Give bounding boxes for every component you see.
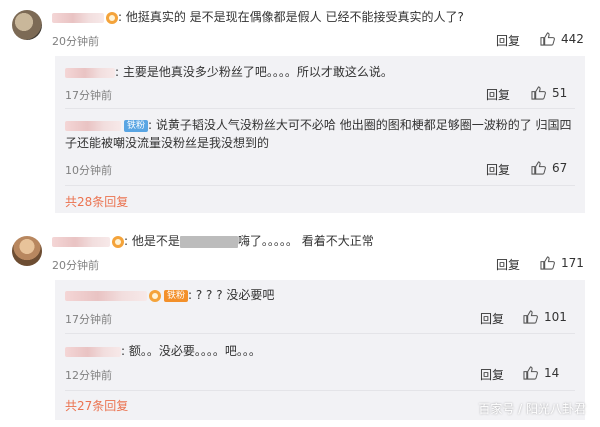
sub-reply-text: 铁粉: 说黄子韬没人气没粉丝大可不必哈 他出圈的图和梗都足够圈一波粉的了 归国四… — [65, 118, 572, 150]
comment-time: 20分钟前 — [52, 259, 99, 272]
vip-badge-icon — [112, 235, 124, 248]
like-button[interactable]: 51 — [531, 86, 567, 100]
fan-badge: 铁粉 — [164, 289, 189, 302]
like-count: 442 — [561, 32, 584, 46]
sub-reply-text: : 主要是他真没多少粉丝了吧。。。。所以才敢这么说。 — [65, 63, 393, 81]
thumbs-up-icon — [523, 366, 538, 380]
censored-word — [179, 235, 238, 248]
like-button[interactable]: 171 — [540, 256, 584, 270]
thumbs-up-icon — [523, 310, 538, 324]
reply-button[interactable]: 回复 — [496, 256, 520, 273]
divider — [65, 390, 575, 391]
username[interactable] — [52, 12, 104, 23]
thumbs-up-icon — [540, 32, 555, 46]
sub-reply-text: 铁粉: ? ? ? 没必要吧 — [65, 286, 274, 304]
more-replies-link[interactable]: 共27条回复 — [65, 397, 128, 414]
comment-thread-1: : 他挺真实的 是不是现在偶像都是假人 已经不能接受真实的人了? 20分钟前 回… — [0, 0, 600, 215]
like-count: 51 — [552, 86, 568, 100]
avatar[interactable] — [12, 10, 42, 40]
sub-reply: : 主要是他真没多少粉丝了吧。。。。所以才敢这么说。 17分钟前 回复 51 — [55, 56, 585, 106]
reply-button[interactable]: 回复 — [480, 310, 504, 327]
divider — [65, 185, 575, 186]
sub-reply-time: 17分钟前 — [65, 89, 112, 102]
sub-reply-time: 12分钟前 — [65, 369, 112, 382]
thumbs-up-icon — [531, 161, 546, 175]
comment-text: : 他挺真实的 是不是现在偶像都是假人 已经不能接受真实的人了? — [52, 8, 464, 26]
reply-button[interactable]: 回复 — [486, 161, 510, 178]
like-count: 171 — [561, 256, 584, 270]
username[interactable] — [65, 120, 121, 131]
like-button[interactable]: 67 — [531, 161, 567, 175]
fan-badge: 铁粉 — [124, 119, 149, 132]
sub-replies: : 主要是他真没多少粉丝了吧。。。。所以才敢这么说。 17分钟前 回复 51 铁… — [55, 56, 585, 213]
sub-reply: 铁粉: ? ? ? 没必要吧 17分钟前 回复 101 — [55, 280, 585, 330]
sub-reply: 铁粉: 说黄子韬没人气没粉丝大可不必哈 他出圈的图和梗都足够圈一波粉的了 归国四… — [55, 110, 585, 182]
vip-badge-icon — [106, 11, 118, 24]
sub-reply: : 额。。没必要。。。。吧。。。 12分钟前 回复 14 — [55, 336, 585, 386]
username[interactable] — [65, 290, 147, 301]
username[interactable] — [65, 346, 121, 357]
comment-time: 20分钟前 — [52, 35, 99, 48]
reply-button[interactable]: 回复 — [480, 366, 504, 383]
like-count: 14 — [544, 366, 560, 380]
more-replies-link[interactable]: 共28条回复 — [65, 193, 128, 210]
vip-badge-icon — [149, 289, 161, 302]
sub-reply-time: 17分钟前 — [65, 313, 112, 326]
reply-button[interactable]: 回复 — [486, 86, 510, 103]
thumbs-up-icon — [531, 86, 546, 100]
sub-replies: 铁粉: ? ? ? 没必要吧 17分钟前 回复 101 : 额。。没必要。。。。… — [55, 280, 585, 420]
watermark: 百家号 / 阳光八卦君 — [478, 402, 586, 416]
username[interactable] — [65, 67, 115, 78]
comment-text: : 他是不是 嗨了。。。。。 看着不大正常 — [52, 232, 374, 250]
thumbs-up-icon — [540, 256, 555, 270]
like-count: 67 — [552, 161, 568, 175]
like-button[interactable]: 14 — [523, 366, 559, 380]
sub-reply-time: 10分钟前 — [65, 164, 112, 177]
divider — [65, 108, 575, 109]
like-button[interactable]: 442 — [540, 32, 584, 46]
reply-button[interactable]: 回复 — [496, 32, 520, 49]
like-button[interactable]: 101 — [523, 310, 567, 324]
username[interactable] — [52, 236, 110, 247]
avatar[interactable] — [12, 236, 42, 266]
like-count: 101 — [544, 310, 567, 324]
sub-reply-text: : 额。。没必要。。。。吧。。。 — [65, 342, 261, 360]
divider — [65, 333, 575, 334]
comment-thread-2: : 他是不是 嗨了。。。。。 看着不大正常 20分钟前 回复 171 铁粉: ? … — [0, 222, 600, 427]
